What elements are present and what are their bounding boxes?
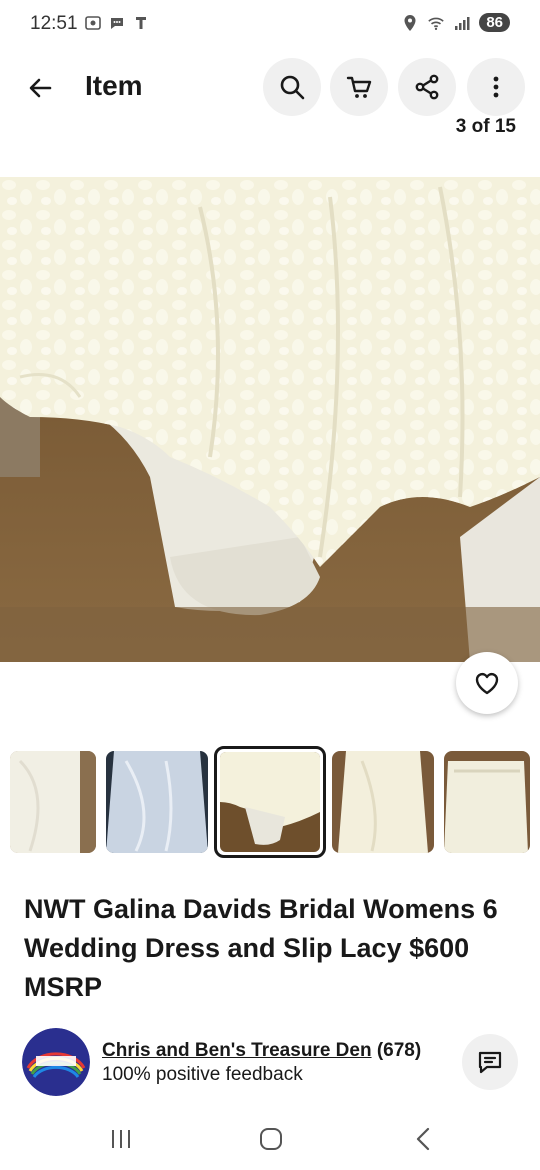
cart-icon: [346, 76, 372, 98]
seller-positive-feedback: 100% positive feedback: [102, 1064, 303, 1085]
recent-apps-icon: [112, 1130, 130, 1148]
message-icon: [478, 1051, 502, 1074]
battery-indicator: 86: [479, 13, 510, 32]
seller-feedback-count: (678): [376, 1040, 422, 1061]
search-button[interactable]: [263, 58, 321, 116]
home-icon: [260, 1128, 282, 1150]
app-header: Item: [0, 56, 540, 116]
system-nav-bar: [0, 1108, 540, 1170]
more-options-button[interactable]: [467, 58, 525, 116]
watchlist-heart-button[interactable]: [456, 652, 518, 714]
share-button[interactable]: [398, 58, 456, 116]
more-vertical-icon: [493, 76, 499, 98]
page-title: Item: [85, 70, 143, 101]
item-title: NWT Galina Davids Bridal Womens 6 Weddin…: [24, 894, 498, 1002]
status-icons-left: [84, 14, 150, 32]
thumbnail-3-selected[interactable]: [214, 746, 326, 858]
heart-icon: [475, 672, 499, 695]
screenshot-icon: [84, 14, 102, 32]
status-time: 12:51: [30, 13, 78, 34]
arrow-left-icon: [29, 78, 52, 98]
system-back-button[interactable]: [403, 1122, 443, 1156]
thumbnail-4[interactable]: [332, 751, 434, 853]
main-item-photo[interactable]: [0, 177, 540, 662]
thumbnail-2[interactable]: [106, 751, 208, 853]
contact-seller-button[interactable]: [462, 1034, 518, 1090]
photo-counter: 3 of 15: [455, 118, 516, 137]
location-icon: [401, 14, 419, 32]
back-button[interactable]: [18, 66, 62, 110]
thumbnail-1[interactable]: [10, 751, 96, 853]
seller-info: Chris and Ben's Treasure Den (678): [102, 1040, 421, 1062]
tmobile-play-icon: [132, 14, 150, 32]
recent-apps-button[interactable]: [101, 1122, 141, 1156]
chat-bubble-icon: [108, 14, 126, 32]
back-icon: [416, 1127, 430, 1151]
thumbnail-5[interactable]: [444, 751, 530, 853]
wifi-icon: [427, 14, 445, 32]
thumbnail-strip: [0, 746, 540, 858]
seller-avatar[interactable]: [22, 1028, 90, 1096]
status-icons-right: 86: [401, 13, 510, 32]
signal-icon: [453, 14, 471, 32]
cart-button[interactable]: [330, 58, 388, 116]
status-bar: 12:51 86: [0, 0, 540, 50]
seller-name-link[interactable]: Chris and Ben's Treasure Den: [102, 1040, 372, 1061]
search-icon: [280, 75, 305, 100]
home-button[interactable]: [251, 1122, 291, 1156]
share-icon: [415, 74, 439, 100]
